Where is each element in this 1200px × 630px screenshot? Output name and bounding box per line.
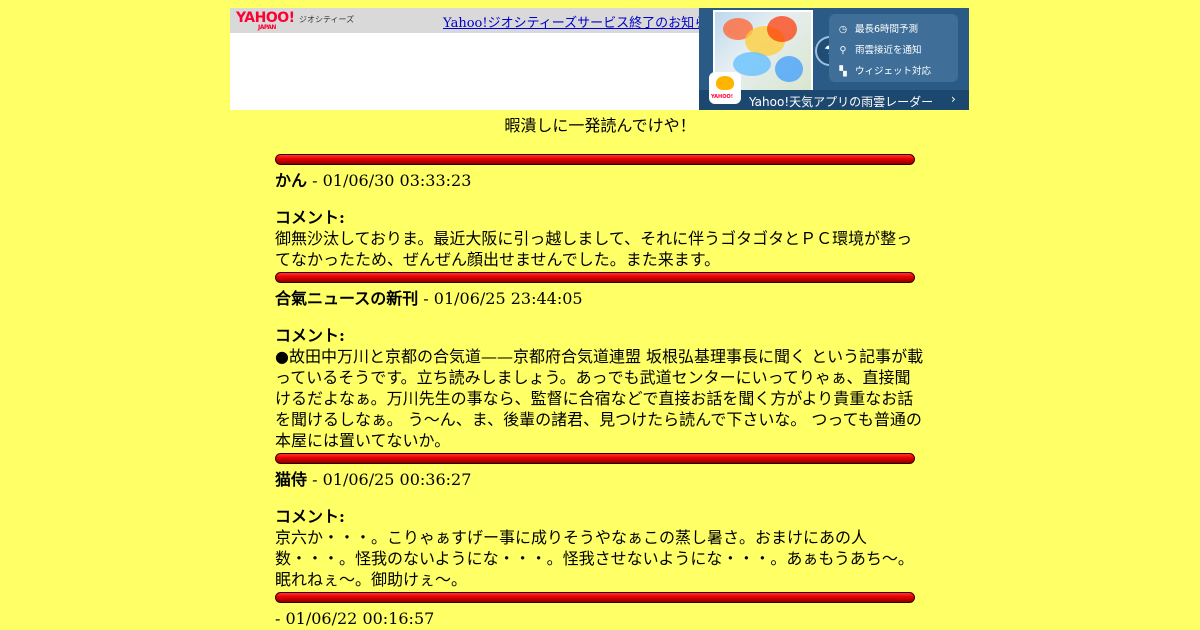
feature-item-notify: ⚲ 雨雲接近を通知 [837, 42, 922, 56]
clock-icon: ◷ [838, 24, 848, 35]
app-promo-text[interactable]: Yahoo!天気アプリの雨雲レーダー [749, 93, 933, 110]
post-divider [275, 453, 915, 464]
post-divider [275, 272, 915, 283]
guestbook-entry: 猫侍 - 01/06/25 00:36:27 コメント: 京六か・・・。こりゃぁ… [275, 469, 925, 590]
weather-app-icon: YAHOO! [709, 72, 741, 104]
post-author: かん [275, 171, 308, 190]
guestbook-entry: かん - 01/06/30 03:33:23 コメント: 御無沙汰しておりま。最… [275, 170, 925, 270]
post-author: 猫侍 [275, 470, 308, 489]
post-date: - 01/06/22 00:16:57 [275, 609, 435, 628]
guestbook-entry: 合氣ニュースの新刊 - 01/06/25 23:44:05 コメント: ●故田中… [275, 288, 925, 451]
geocities-ad-banner: YAHOO! JAPAN ジオシティーズ Yahoo!ジオシティーズサービス終了… [230, 8, 969, 110]
feature-list: ◷ 最長6時間予測 ⚲ 雨雲接近を通知 ▚ ウィジェット対応 [829, 14, 958, 82]
post-header: かん - 01/06/30 03:33:23 [275, 170, 925, 191]
service-end-notice-link[interactable]: Yahoo!ジオシティーズサービス終了のお知らせ [443, 12, 720, 31]
comment-label: コメント: [275, 208, 345, 227]
ad-left-panel: YAHOO! JAPAN ジオシティーズ Yahoo!ジオシティーズサービス終了… [230, 8, 720, 110]
post-header: 合氣ニュースの新刊 - 01/06/25 23:44:05 [275, 288, 925, 309]
post-body: ●故田中万川と京都の合気道——京都府合気道連盟 坂根弘基理事長に聞く という記事… [275, 347, 924, 450]
feature-item-widget: ▚ ウィジェット対応 [837, 63, 931, 77]
ad-header-bar: YAHOO! JAPAN ジオシティーズ Yahoo!ジオシティーズサービス終了… [230, 8, 720, 33]
post-author: 合氣ニュースの新刊 [275, 289, 419, 308]
guestbook-entry: - 01/06/22 00:16:57 [275, 608, 925, 629]
widget-icon: ▚ [839, 66, 847, 77]
yahoo-logo[interactable]: YAHOO! JAPAN [236, 11, 295, 31]
post-date: - 01/06/25 00:36:27 [307, 470, 472, 489]
comment-label: コメント: [275, 507, 345, 526]
post-divider [275, 592, 915, 603]
post-date: - 01/06/30 03:33:23 [307, 171, 472, 190]
chevron-right-icon[interactable]: › [951, 92, 956, 106]
post-body: 御無沙汰しておりま。最近大阪に引っ越しまして、それに伴うゴタゴタとＰＣ環境が整っ… [275, 229, 913, 269]
post-header: - 01/06/22 00:16:57 [275, 608, 925, 629]
post-header: 猫侍 - 01/06/25 00:36:27 [275, 469, 925, 490]
app-icon-label: YAHOO! [711, 94, 733, 100]
sun-icon [716, 76, 734, 90]
comment-label: コメント: [275, 326, 345, 345]
weather-app-ad[interactable]: ☂ ◷最長6時間予測 ⚲雨雲接近を通知 ▚ウィジェット対応 YAHOO! Yah… [699, 8, 969, 110]
pin-icon: ⚲ [839, 45, 847, 56]
post-body: 京六か・・・。こりゃぁすげー事に成りそうやなぁこの蒸し暑さ。おまけにあの人数・・… [275, 528, 914, 589]
feature-item-forecast: ◷ 最長6時間予測 [838, 24, 919, 35]
guestbook-posts: かん - 01/06/30 03:33:23 コメント: 御無沙汰しておりま。最… [275, 154, 925, 629]
page-tagline: 暇潰しに一発読んでけや！ [504, 116, 696, 135]
post-divider [275, 154, 915, 165]
post-date: - 01/06/25 23:44:05 [418, 289, 583, 308]
geocities-label: ジオシティーズ [299, 15, 355, 24]
